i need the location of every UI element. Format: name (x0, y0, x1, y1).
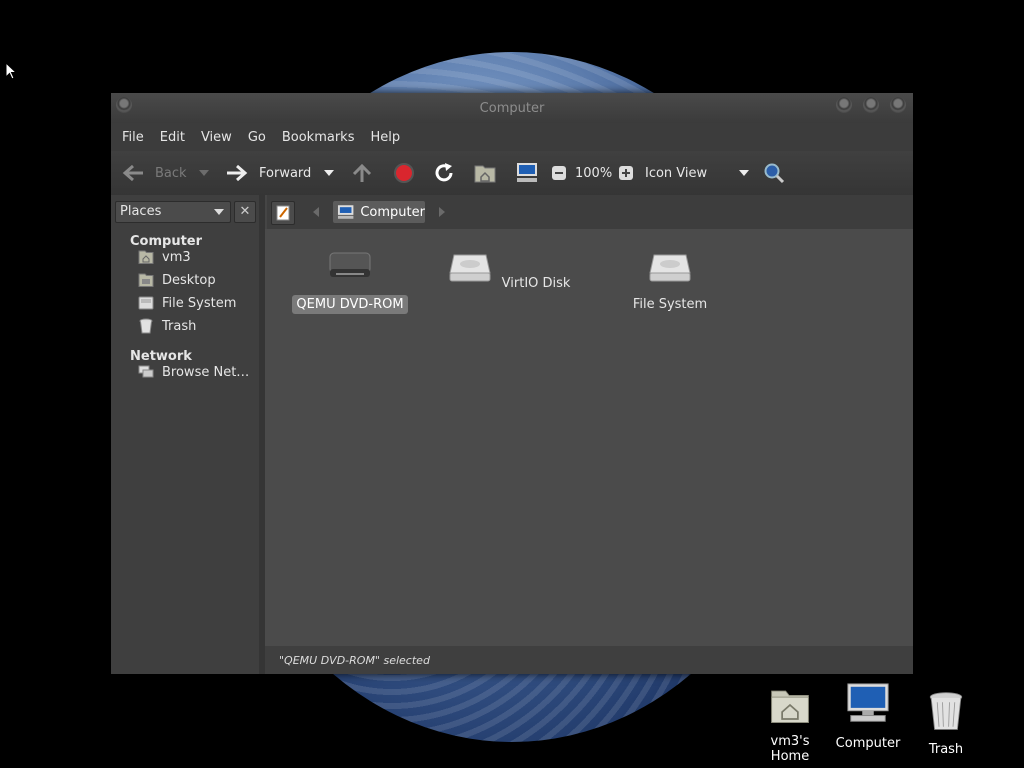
up-button[interactable] (351, 151, 373, 195)
back-label: Back (155, 165, 187, 181)
places-selector-label: Places (120, 204, 162, 219)
stop-button[interactable] (393, 151, 415, 195)
chevron-down-icon (214, 209, 224, 215)
trash-icon (139, 318, 153, 334)
forward-button[interactable]: Forward (225, 151, 311, 195)
network-icon (138, 365, 154, 378)
crumb-left-arrow-icon[interactable] (313, 207, 319, 217)
computer-icon (517, 163, 537, 182)
close-sidebar-button[interactable]: ✕ (234, 201, 256, 223)
chevron-down-icon (199, 170, 209, 176)
home-folder-icon (138, 250, 154, 264)
sidebar-item-label: Browse Net… (162, 364, 250, 380)
zoom-in-icon (619, 166, 633, 180)
search-icon (764, 163, 785, 184)
reload-icon (435, 163, 453, 182)
sidebar-item-file-system[interactable]: File System (138, 293, 236, 313)
desktop-icon-label: Computer (835, 736, 901, 751)
menu-help[interactable]: Help (363, 130, 407, 145)
file-item-label: QEMU DVD-ROM (292, 295, 408, 314)
zoom-out-icon (552, 166, 566, 180)
forward-label: Forward (259, 165, 312, 181)
edit-icon (276, 205, 290, 221)
search-button[interactable] (763, 151, 785, 195)
computer-icon (337, 205, 354, 219)
file-item-file-system[interactable]: File System (605, 247, 735, 314)
toolbar: Back Forward 100% Icon View (111, 151, 913, 195)
view-mode-label: Icon View (645, 165, 708, 181)
crumb-label: Computer (360, 204, 425, 220)
window-title: Computer (479, 101, 545, 116)
desktop-icon-label: vm3's Home (770, 734, 810, 764)
sidebar-item-trash[interactable]: Trash (138, 316, 196, 336)
sidebar: Places ✕ Computer vm3 Desktop File Syste… (111, 195, 259, 674)
menu-view[interactable]: View (194, 130, 239, 145)
sidebar-item-label: File System (162, 295, 237, 311)
file-item-virtio-disk[interactable]: VirtIO Disk (445, 247, 575, 293)
forward-arrow-icon (227, 164, 248, 182)
reload-button[interactable] (433, 151, 455, 195)
status-text: "QEMU DVD-ROM" selected (279, 654, 430, 667)
file-manager-window: Computer File Edit View Go Bookmarks Hel… (111, 93, 913, 674)
file-item-label: File System (632, 297, 708, 312)
menu-bookmarks[interactable]: Bookmarks (275, 130, 362, 145)
menu-file[interactable]: File (115, 130, 151, 145)
icon-view[interactable]: QEMU DVD-ROM VirtIO Disk File System (265, 229, 913, 646)
trash-icon (929, 692, 963, 730)
close-button[interactable] (890, 97, 906, 113)
zoom-out-button[interactable] (551, 151, 567, 195)
sidebar-item-browse-network[interactable]: Browse Net… (138, 362, 249, 382)
chevron-down-icon (739, 170, 749, 176)
desktop-icon-home[interactable]: vm3's Home (750, 684, 830, 764)
location-bar: Computer (267, 195, 913, 229)
optical-drive-icon (329, 252, 371, 277)
hard-disk-icon (138, 296, 154, 310)
file-item-label: VirtIO Disk (501, 276, 571, 291)
zoom-in-button[interactable] (618, 151, 634, 195)
sidebar-item-vm3[interactable]: vm3 (138, 247, 191, 267)
status-bar: "QEMU DVD-ROM" selected (265, 646, 913, 674)
sidebar-item-label: Trash (162, 318, 197, 334)
sidebar-item-label: Desktop (162, 272, 216, 288)
mouse-cursor-icon (5, 62, 17, 80)
up-arrow-icon (352, 163, 372, 182)
places-selector[interactable]: Places (115, 201, 231, 223)
desktop-folder-icon (138, 273, 154, 287)
back-history-dropdown[interactable] (199, 151, 209, 195)
minimize-button[interactable] (836, 97, 852, 113)
back-button[interactable]: Back (121, 151, 187, 195)
chevron-down-icon (324, 170, 334, 176)
stop-icon (394, 163, 414, 183)
title-bar[interactable]: Computer (111, 93, 913, 123)
back-arrow-icon (122, 164, 143, 182)
view-mode-select[interactable]: Icon View (645, 151, 749, 195)
zoom-level[interactable]: 100% (575, 151, 612, 195)
forward-history-dropdown[interactable] (324, 151, 334, 195)
maximize-button[interactable] (863, 97, 879, 113)
home-folder-icon (474, 165, 496, 183)
computer-button[interactable] (515, 151, 539, 195)
crumb-right-arrow-icon[interactable] (439, 207, 445, 217)
home-button[interactable] (474, 151, 496, 195)
sidebar-item-desktop[interactable]: Desktop (138, 270, 216, 290)
edit-location-button[interactable] (271, 201, 295, 225)
sidebar-item-label: vm3 (162, 249, 191, 265)
desktop-icon-label: Trash (928, 742, 964, 757)
hard-disk-icon (649, 254, 691, 282)
menu-edit[interactable]: Edit (153, 130, 192, 145)
home-folder-icon (771, 690, 809, 723)
desktop-icon-trash[interactable]: Trash (906, 688, 986, 757)
crumb-computer[interactable]: Computer (333, 201, 425, 223)
file-item-qemu-dvd-rom[interactable]: QEMU DVD-ROM (285, 247, 415, 314)
desktop: vm3's Home Computer Trash Computer File (0, 0, 1024, 768)
menu-bar: File Edit View Go Bookmarks Help (111, 123, 913, 151)
menu-go[interactable]: Go (241, 130, 273, 145)
desktop-icon-computer[interactable]: Computer (828, 682, 908, 751)
hard-disk-icon (448, 254, 491, 282)
computer-icon (847, 683, 889, 722)
